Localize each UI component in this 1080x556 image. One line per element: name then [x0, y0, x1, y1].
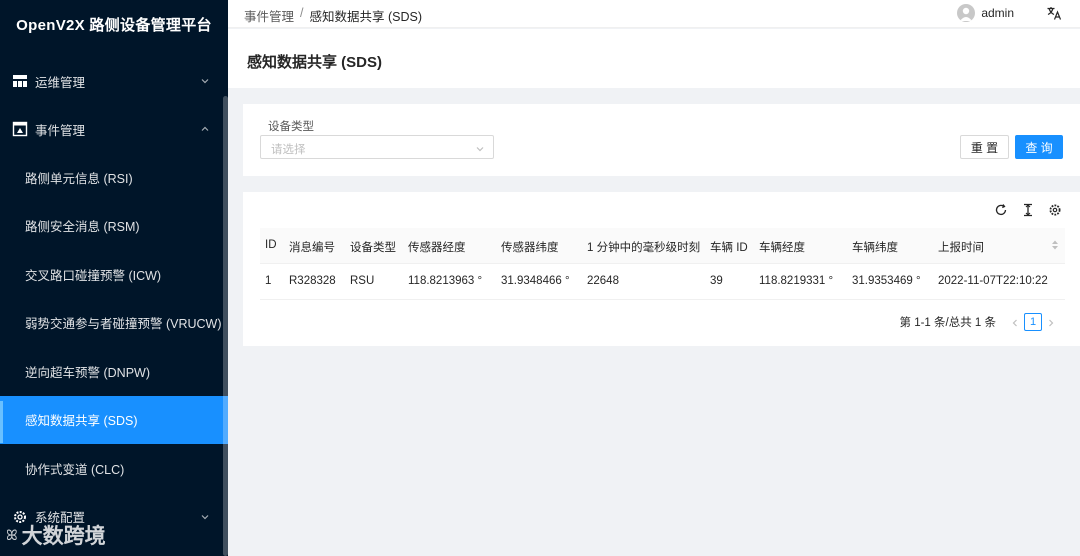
cell-device-type: RSU: [350, 275, 375, 287]
watermark: ꕤ 大数跨境: [6, 520, 106, 550]
reload-icon[interactable]: [994, 203, 1008, 217]
breadcrumb-item[interactable]: 事件管理: [244, 6, 294, 25]
filter-card: 设备类型 请选择 重 置 查 询: [243, 104, 1080, 176]
breadcrumb-current: 感知数据共享 (SDS): [309, 10, 423, 24]
col-vehicle-lng: 车辆经度: [759, 242, 805, 254]
prev-page-icon[interactable]: [1010, 317, 1020, 327]
menu-group-event[interactable]: 事件管理: [0, 105, 228, 153]
device-type-label: 设备类型: [268, 121, 314, 133]
device-type-placeholder: 请选择: [271, 144, 306, 156]
col-device-type: 设备类型: [350, 242, 396, 254]
watermark-mark: ꕤ: [6, 526, 18, 543]
menu-group-ops[interactable]: 运维管理: [0, 57, 228, 105]
col-id: ID: [265, 239, 277, 251]
watermark-text: 大数跨境: [21, 525, 106, 548]
username: admin: [981, 6, 1014, 20]
col-report-time[interactable]: 上报时间: [938, 239, 984, 255]
col-message-no: 消息编号: [289, 242, 335, 254]
breadcrumb: 事件管理 / 感知数据共享 (SDS): [244, 6, 422, 25]
col-ms-in-minute: 1 分钟中的毫秒级时刻: [587, 242, 701, 254]
table-header: ID 消息编号 设备类型 传感器经度 传感器纬度 1 分钟中的毫秒级时刻 车辆 …: [260, 228, 1065, 264]
translate-icon[interactable]: [1046, 5, 1062, 21]
table-card: ID 消息编号 设备类型 传感器经度 传感器纬度 1 分钟中的毫秒级时刻 车辆 …: [243, 192, 1080, 346]
cell-sensor-lng: 118.8213963 °: [408, 275, 483, 287]
col-vehicle-lat: 车辆纬度: [852, 242, 898, 254]
col-vehicle-id: 车辆 ID: [710, 242, 748, 254]
menu-group-label: 事件管理: [35, 123, 86, 138]
col-sensor-lng: 传感器经度: [408, 242, 466, 254]
table-row[interactable]: 1 R328328 RSU 118.8213963 ° 31.9348466 °…: [260, 264, 1065, 300]
menu-group-label: 运维管理: [35, 75, 86, 90]
chevron-down-icon: [200, 511, 210, 521]
sidebar-scrollbar[interactable]: [223, 96, 228, 556]
sidebar-item-icw[interactable]: 交叉路口碰撞预警 (ICW): [0, 250, 228, 299]
sidebar-item-vrucw[interactable]: 弱势交通参与者碰撞预警 (VRUCW): [0, 299, 228, 348]
sidebar: OpenV2X 路侧设备管理平台 运维管理 事件管理 路侧单元信息 (RSI) …: [0, 0, 228, 556]
sidebar-item-sds[interactable]: 感知数据共享 (SDS): [0, 395, 228, 444]
app-title: OpenV2X 路侧设备管理平台: [16, 16, 212, 34]
col-sensor-lat: 传感器纬度: [501, 242, 559, 254]
cell-sensor-lat: 31.9348466 °: [501, 275, 570, 287]
cell-vehicle-lng: 118.8219331 °: [759, 275, 834, 287]
chevron-up-icon: [200, 123, 210, 133]
page-title: 感知数据共享 (SDS): [247, 54, 383, 71]
sidebar-item-rsi[interactable]: 路侧单元信息 (RSI): [0, 153, 228, 202]
next-page-icon[interactable]: [1046, 317, 1056, 327]
settings-icon[interactable]: [1048, 203, 1062, 217]
pagination-total: 第 1-1 条/总共 1 条: [899, 317, 997, 329]
ops-icon: [12, 73, 28, 89]
sidebar-item-dnpw[interactable]: 逆向超车预警 (DNPW): [0, 347, 228, 396]
sidebar-item-clc[interactable]: 协作式变道 (CLC): [0, 444, 228, 493]
page-header: 感知数据共享 (SDS): [228, 29, 1080, 88]
breadcrumb-separator: /: [300, 6, 304, 20]
cell-report-time: 2022-11-07T22:10:22: [938, 275, 1048, 287]
user-menu[interactable]: admin: [957, 4, 1014, 22]
avatar: [957, 4, 976, 22]
event-icon: [12, 121, 28, 137]
sort-icon[interactable]: [1051, 239, 1059, 251]
column-height-icon[interactable]: [1021, 203, 1035, 217]
query-button[interactable]: 查 询: [1015, 135, 1063, 159]
cell-vehicle-lat: 31.9353469 °: [852, 275, 921, 287]
chevron-down-icon: [200, 75, 210, 85]
active-indicator: [0, 401, 3, 443]
sidebar-menu: 运维管理 事件管理 路侧单元信息 (RSI) 路侧安全消息 (RSM) 交叉路口…: [0, 57, 228, 541]
top-header: 事件管理 / 感知数据共享 (SDS) admin: [228, 0, 1080, 28]
chevron-down-icon: [475, 143, 485, 153]
cell-ms-in-minute: 22648: [587, 275, 619, 287]
cell-id: 1: [265, 275, 272, 287]
sds-table: ID 消息编号 设备类型 传感器经度 传感器纬度 1 分钟中的毫秒级时刻 车辆 …: [260, 228, 1065, 300]
sidebar-item-rsm[interactable]: 路侧安全消息 (RSM): [0, 202, 228, 251]
reset-button[interactable]: 重 置: [960, 135, 1009, 159]
pagination: 第 1-1 条/总共 1 条 1: [900, 313, 1061, 331]
page-item-current[interactable]: 1: [1024, 313, 1042, 331]
device-type-select[interactable]: 请选择: [260, 135, 494, 159]
cell-message-no: R328328: [289, 275, 336, 287]
cell-vehicle-id: 39: [710, 275, 723, 287]
